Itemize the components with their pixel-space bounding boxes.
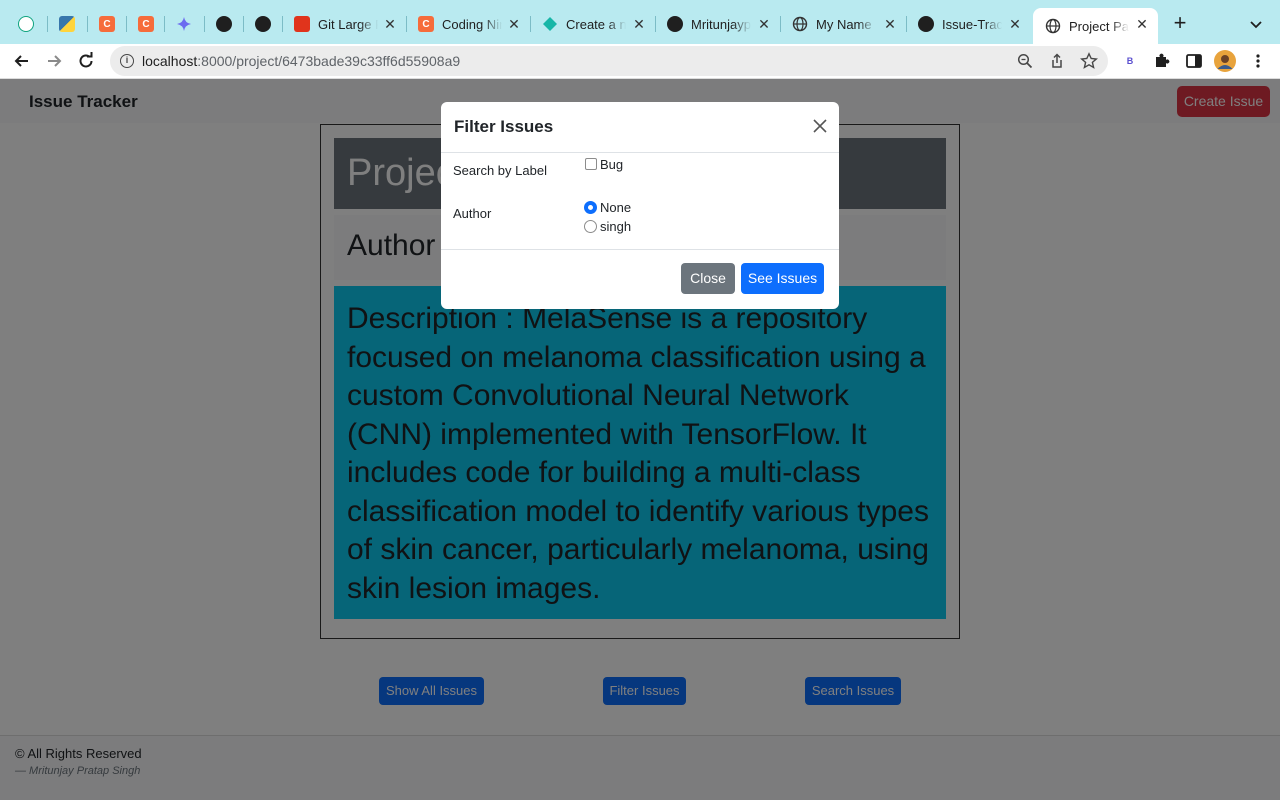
tab-strip: C C Git Large F ✕ C Coding Nin ✕ Create … <box>0 0 1280 44</box>
tab-coding-ninjas-1[interactable]: C <box>87 8 127 40</box>
python-icon <box>59 16 75 32</box>
github-icon <box>216 16 232 32</box>
bookmark-star-icon[interactable] <box>1080 52 1098 70</box>
new-tab-icon[interactable]: + <box>1168 12 1192 36</box>
filter-issues-modal: Filter Issues Search by Label Bug Author… <box>441 102 839 309</box>
tab-title: Create a n <box>566 16 626 32</box>
globe-icon <box>1045 18 1061 34</box>
git-lfs-icon <box>294 16 310 32</box>
tab-title: Project Pa <box>1069 18 1129 34</box>
url-host: localhost <box>142 53 198 69</box>
close-icon[interactable]: ✕ <box>382 16 398 32</box>
author-singh-label[interactable]: singh <box>600 219 631 234</box>
modal-divider <box>441 152 839 153</box>
see-issues-button[interactable]: See Issues <box>741 263 824 294</box>
coding-ninjas-icon: C <box>99 16 115 32</box>
author-filter-label: Author <box>453 206 492 221</box>
tab-create-a[interactable]: Create a n ✕ <box>530 8 656 40</box>
tab-chatgpt[interactable] <box>6 8 48 40</box>
url-text: localhost:8000/project/6473bade39c33ff6d… <box>142 53 460 69</box>
tab-github-2[interactable] <box>243 8 283 40</box>
address-bar[interactable]: i localhost:8000/project/6473bade39c33ff… <box>110 46 1108 76</box>
close-icon[interactable]: ✕ <box>1007 16 1023 32</box>
bug-checkbox[interactable] <box>585 158 597 170</box>
profile-avatar[interactable] <box>1214 50 1236 72</box>
back-arrow-icon[interactable] <box>10 49 34 73</box>
author-none-label[interactable]: None <box>600 200 631 215</box>
tab-mritunjay-github[interactable]: Mritunjayp ✕ <box>655 8 781 40</box>
forward-arrow-icon[interactable] <box>42 49 66 73</box>
share-icon[interactable] <box>1048 52 1066 70</box>
close-icon[interactable]: ✕ <box>506 16 522 32</box>
tab-gemini[interactable] <box>164 8 205 40</box>
chatgpt-icon <box>18 16 34 32</box>
kebab-menu-icon[interactable] <box>1247 50 1269 72</box>
extensions-puzzle-icon[interactable] <box>1151 50 1173 72</box>
browser-toolbar: i localhost:8000/project/6473bade39c33ff… <box>0 44 1280 79</box>
github-icon <box>255 16 271 32</box>
coding-ninjas-icon: C <box>418 16 434 32</box>
modal-divider <box>441 249 839 250</box>
info-icon[interactable]: i <box>120 54 134 68</box>
tab-git-lfs[interactable]: Git Large F ✕ <box>282 8 407 40</box>
close-icon[interactable] <box>810 116 830 136</box>
tab-title: Mritunjayp <box>691 16 751 32</box>
tab-python[interactable] <box>47 8 88 40</box>
close-icon[interactable]: ✕ <box>1134 16 1150 32</box>
side-panel-icon[interactable] <box>1183 50 1205 72</box>
diamond-icon <box>542 16 558 32</box>
reload-icon[interactable] <box>74 49 98 73</box>
tab-title: My Name <box>816 16 872 32</box>
tab-title: Git Large F <box>318 16 378 32</box>
tab-my-name[interactable]: My Name ✕ <box>780 8 907 40</box>
coding-ninjas-icon: C <box>138 16 154 32</box>
extension-badge-label: B <box>1126 56 1134 66</box>
close-icon[interactable]: ✕ <box>756 16 772 32</box>
tab-issue-tracker-github[interactable]: Issue-Trac ✕ <box>906 8 1031 40</box>
tab-title: Coding Nin <box>442 16 502 32</box>
close-icon[interactable]: ✕ <box>882 16 898 32</box>
tab-title: Issue-Trac <box>942 16 1002 32</box>
bug-option-label[interactable]: Bug <box>600 157 623 172</box>
label-filter-label: Search by Label <box>453 163 547 178</box>
tab-coding-ninjas-3[interactable]: C Coding Nin ✕ <box>406 8 531 40</box>
modal-title: Filter Issues <box>454 117 554 136</box>
modal-close-button[interactable]: Close <box>681 263 735 294</box>
github-icon <box>918 16 934 32</box>
github-icon <box>667 16 683 32</box>
web-page: Issue Tracker Create Issue Project Autho… <box>0 79 1280 800</box>
globe-icon <box>792 16 808 32</box>
gemini-icon <box>176 16 192 32</box>
tab-github-1[interactable] <box>204 8 244 40</box>
author-singh-radio[interactable] <box>584 220 597 233</box>
zoom-icon[interactable] <box>1016 52 1034 70</box>
extension-badge-icon[interactable]: B <box>1119 50 1141 72</box>
chevron-down-icon[interactable] <box>1246 14 1266 34</box>
url-path: :8000/project/6473bade39c33ff6d55908a9 <box>197 53 461 69</box>
close-icon[interactable]: ✕ <box>631 16 647 32</box>
tab-project-page[interactable]: Project Pa ✕ <box>1033 8 1158 44</box>
author-none-radio[interactable] <box>584 201 597 214</box>
tab-coding-ninjas-2[interactable]: C <box>126 8 165 40</box>
